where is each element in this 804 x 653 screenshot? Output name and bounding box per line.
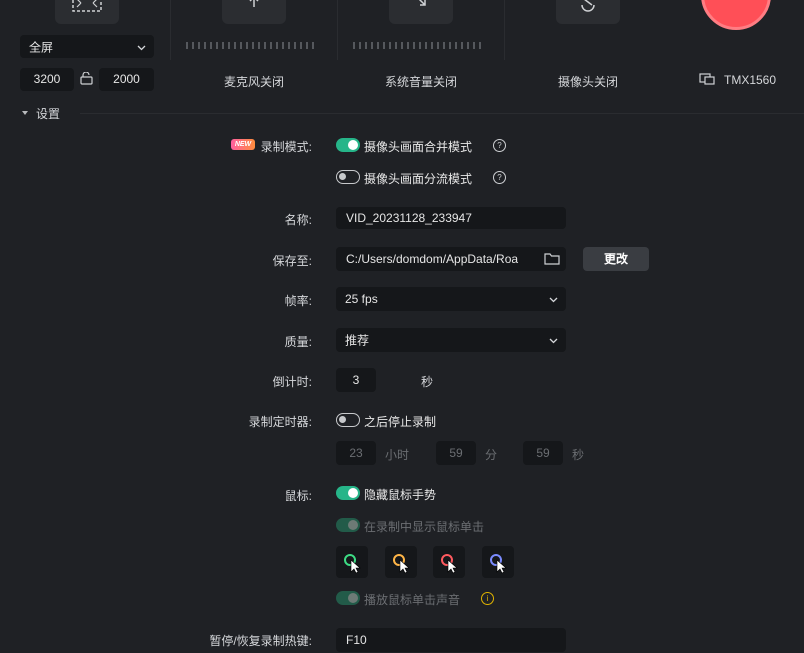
stop-after-label: 之后停止录制 bbox=[364, 415, 437, 429]
merge-mode-label: 摄像头画面合并模式 bbox=[364, 140, 473, 154]
caret-down-icon bbox=[22, 111, 28, 115]
timer-seconds-unit: 秒 bbox=[572, 448, 585, 462]
folder-icon[interactable] bbox=[544, 252, 560, 268]
chevron-down-icon bbox=[137, 40, 146, 54]
new-badge: NEW bbox=[231, 139, 255, 150]
cursor-click-icon bbox=[490, 554, 507, 574]
save-path-value: C:/Users/domdom/AppData/Roa bbox=[346, 252, 519, 266]
cursor-click-icon bbox=[344, 554, 361, 574]
microphone-icon bbox=[222, 0, 286, 24]
name-value: VID_20231128_233947 bbox=[346, 211, 472, 225]
hotkey-value: F10 bbox=[346, 633, 367, 647]
help-icon[interactable]: ? bbox=[493, 171, 506, 184]
countdown-label: 倒计时: bbox=[272, 375, 312, 389]
width-input[interactable]: 3200 bbox=[20, 68, 74, 91]
hotkey-input[interactable]: F10 bbox=[336, 628, 566, 652]
hide-gesture-label: 隐藏鼠标手势 bbox=[364, 488, 437, 502]
system-audio-tile[interactable] bbox=[389, 0, 453, 24]
cursor-click-icon bbox=[441, 554, 458, 574]
divider bbox=[504, 0, 505, 60]
timer-label: 录制定时器: bbox=[248, 415, 312, 429]
info-icon[interactable]: i bbox=[481, 592, 494, 605]
height-input[interactable]: 2000 bbox=[99, 68, 154, 91]
timer-hours-unit: 小时 bbox=[385, 448, 410, 462]
cursor-red-option[interactable] bbox=[433, 546, 465, 578]
fps-label: 帧率: bbox=[284, 294, 312, 308]
region-select[interactable]: 全屏 bbox=[20, 35, 154, 58]
system-audio-label: 系统音量关闭 bbox=[384, 75, 457, 89]
timer-seconds-input[interactable]: 59 bbox=[523, 441, 563, 465]
divider bbox=[337, 0, 338, 60]
record-button[interactable] bbox=[701, 0, 771, 30]
countdown-input[interactable]: 3 bbox=[336, 368, 376, 392]
monitor-icon bbox=[699, 73, 715, 90]
stop-after-toggle[interactable] bbox=[336, 413, 360, 427]
hotkey-label: 暂停/恢复录制热键: bbox=[209, 634, 312, 648]
change-path-button[interactable]: 更改 bbox=[583, 247, 649, 271]
divider bbox=[170, 0, 171, 60]
hide-gesture-toggle[interactable] bbox=[336, 486, 360, 500]
save-to-label: 保存至: bbox=[272, 254, 312, 268]
merge-mode-toggle[interactable] bbox=[336, 138, 360, 152]
quality-value: 推荐 bbox=[345, 333, 370, 348]
system-audio-level-meter bbox=[353, 42, 481, 49]
show-clicks-label: 在录制中显示鼠标单击 bbox=[364, 520, 485, 534]
timer-minutes-input[interactable]: 59 bbox=[436, 441, 476, 465]
countdown-unit: 秒 bbox=[421, 375, 434, 389]
fps-select[interactable]: 25 fps bbox=[336, 287, 566, 311]
settings-title: 设置 bbox=[36, 107, 61, 121]
settings-toggle[interactable]: 设置 bbox=[22, 105, 60, 122]
record-mode-label: 录制模式: bbox=[260, 140, 312, 154]
camera-tile[interactable] bbox=[556, 0, 620, 24]
split-mode-toggle[interactable] bbox=[336, 170, 360, 184]
divider bbox=[80, 113, 804, 114]
speaker-icon bbox=[389, 0, 453, 24]
save-path-input[interactable]: C:/Users/domdom/AppData/Roa bbox=[336, 247, 566, 271]
chevron-down-icon bbox=[549, 333, 558, 347]
timer-hours-input[interactable]: 23 bbox=[336, 441, 376, 465]
quality-label: 质量: bbox=[284, 335, 312, 349]
fps-value: 25 fps bbox=[345, 292, 378, 306]
region-select-value: 全屏 bbox=[29, 40, 54, 54]
cursor-green-option[interactable] bbox=[336, 546, 368, 578]
play-sound-toggle[interactable] bbox=[336, 591, 360, 605]
microphone-level-meter bbox=[186, 42, 314, 49]
cursor-click-icon bbox=[393, 554, 410, 574]
fullscreen-icon bbox=[55, 0, 119, 24]
microphone-label: 麦克风关闭 bbox=[223, 75, 284, 89]
timer-minutes-unit: 分 bbox=[485, 448, 498, 462]
help-icon[interactable]: ? bbox=[493, 139, 506, 152]
microphone-tile[interactable] bbox=[222, 0, 286, 24]
cursor-blue-option[interactable] bbox=[482, 546, 514, 578]
split-mode-label: 摄像头画面分流模式 bbox=[364, 172, 473, 186]
quality-select[interactable]: 推荐 bbox=[336, 328, 566, 352]
cursor-yellow-option[interactable] bbox=[385, 546, 417, 578]
region-tile[interactable] bbox=[55, 0, 119, 24]
camera-icon bbox=[556, 0, 620, 24]
name-label: 名称: bbox=[284, 213, 312, 227]
play-sound-label: 播放鼠标单击声音 bbox=[364, 593, 461, 607]
chevron-down-icon bbox=[549, 292, 558, 306]
name-input[interactable]: VID_20231128_233947 bbox=[336, 207, 566, 229]
monitor-label: TMX1560 bbox=[724, 73, 777, 87]
link-icon[interactable] bbox=[80, 71, 93, 88]
camera-label: 摄像头关闭 bbox=[557, 75, 618, 89]
mouse-label: 鼠标: bbox=[284, 489, 312, 503]
show-clicks-toggle[interactable] bbox=[336, 518, 360, 532]
